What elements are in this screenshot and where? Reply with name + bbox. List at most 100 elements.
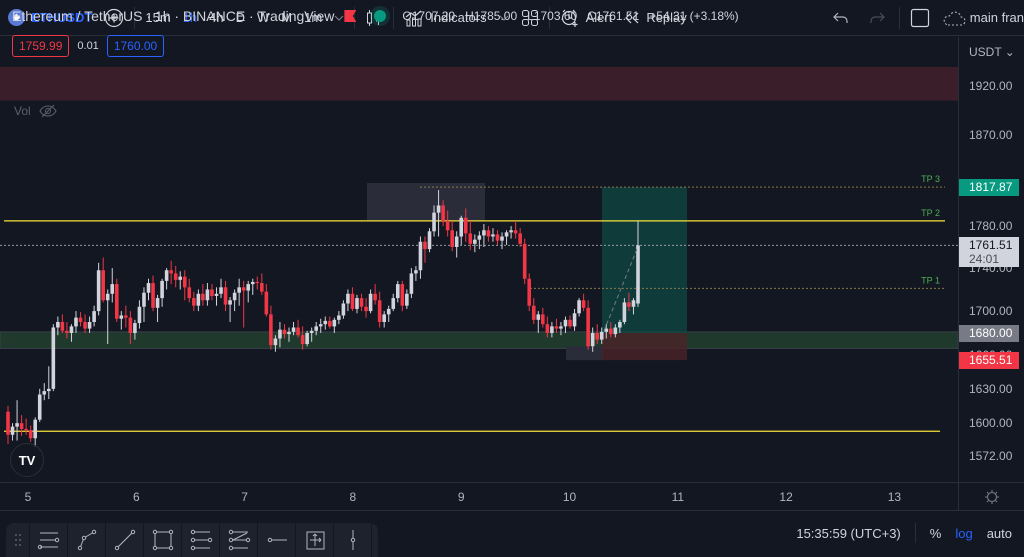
chart-settings-button[interactable] xyxy=(958,483,1024,511)
undo-button[interactable] xyxy=(823,0,859,36)
legend-low: L1703.60 xyxy=(527,9,578,23)
legend-open: O1707.20 xyxy=(402,9,456,23)
redo-button[interactable] xyxy=(859,0,895,36)
entry-price-label: 1680.00 xyxy=(959,324,1019,342)
candle-body xyxy=(241,287,246,291)
candle-body xyxy=(427,231,432,250)
bottom-bar: 15:35:59 (UTC+3) % log auto xyxy=(0,510,1024,557)
candle-body xyxy=(110,284,115,294)
candle-body xyxy=(92,311,96,323)
price-tick: 1630.00 xyxy=(969,381,1013,396)
time-tick: 10 xyxy=(562,490,577,504)
candle-body xyxy=(237,287,241,293)
flag-icon[interactable] xyxy=(344,10,357,22)
candle-body xyxy=(83,322,87,329)
candle-body xyxy=(332,319,337,327)
time-tick: 7 xyxy=(241,490,248,504)
candle-body xyxy=(214,293,219,296)
candle-body xyxy=(586,307,590,347)
candle-body xyxy=(273,338,278,346)
candle-body xyxy=(282,329,287,335)
candle-body xyxy=(42,391,47,395)
candle-body xyxy=(51,327,56,389)
candle-body xyxy=(178,276,183,280)
status-bar: 15:35:59 (UTC+3) % log auto xyxy=(796,523,1012,543)
buy-button[interactable]: 1760.00 xyxy=(106,35,165,57)
candle-body xyxy=(504,232,509,237)
horizontal-ray-icon xyxy=(267,537,287,543)
candle-body xyxy=(577,300,581,314)
layout-name-button[interactable]: main fran xyxy=(936,0,1024,36)
candle-body xyxy=(210,289,214,296)
bar-countdown: 24:01 xyxy=(969,252,1000,267)
candle-body xyxy=(581,300,586,308)
candle-body xyxy=(323,320,328,325)
candle-body xyxy=(445,220,450,231)
candle-body xyxy=(205,289,210,301)
curve-icon xyxy=(77,529,96,551)
fib-retracement-icon xyxy=(190,529,212,551)
eye-hidden-icon[interactable] xyxy=(39,104,57,118)
price-chart[interactable]: TP 3 TP 2 TP 1 xyxy=(0,37,958,482)
currency-selector[interactable]: USDT ⌄ xyxy=(969,45,1015,59)
highlight-box xyxy=(367,182,485,221)
candle-body xyxy=(568,319,572,327)
candle-body xyxy=(255,281,260,284)
gear-icon xyxy=(984,490,999,504)
position-profit-area xyxy=(602,187,687,333)
candle-body xyxy=(436,205,441,213)
candle-body xyxy=(350,293,355,309)
price-axis[interactable]: USDT ⌄ 1920.00 1870.00 1780.00 1740.00 1700.… xyxy=(958,37,1024,482)
candle-body xyxy=(463,217,468,234)
divider xyxy=(898,6,900,29)
legend-change: +54.31 (+3.18%) xyxy=(649,9,739,23)
candle-body xyxy=(87,322,92,329)
tradingview-logo[interactable]: TV xyxy=(10,443,44,477)
candle-body xyxy=(631,300,636,307)
candle-body xyxy=(382,314,386,323)
candle-body xyxy=(613,327,618,335)
candle-body xyxy=(627,302,631,307)
auto-scale-toggle[interactable]: auto xyxy=(987,526,1012,541)
candle-body xyxy=(24,428,28,431)
time-tick: 6 xyxy=(132,490,140,504)
time-tick: 9 xyxy=(457,490,465,504)
fullscreen-button[interactable] xyxy=(904,0,936,36)
resistance-zone xyxy=(0,66,958,101)
candle-body xyxy=(219,287,223,294)
candle-body xyxy=(196,293,201,306)
candle-body xyxy=(119,315,124,319)
clock-label[interactable]: 15:35:59 (UTC+3) xyxy=(796,526,900,541)
candle-body xyxy=(618,322,622,328)
candle-body xyxy=(264,291,269,315)
time-tick: 8 xyxy=(349,490,357,504)
cloud-icon xyxy=(943,11,966,26)
candle-body xyxy=(164,270,169,281)
candle-body xyxy=(482,230,486,236)
legend-high: H1785.00 xyxy=(465,9,518,23)
square-icon xyxy=(910,8,929,27)
redo-icon xyxy=(870,12,885,23)
candle-body xyxy=(69,326,74,333)
candle-body xyxy=(572,313,577,327)
percent-scale-toggle[interactable]: % xyxy=(930,526,942,541)
candle-body xyxy=(346,293,350,304)
stop-price-label: 1655.51 xyxy=(959,352,1019,370)
candle-body xyxy=(405,293,409,306)
candle-body xyxy=(337,315,341,320)
time-axis[interactable]: 5 6 7 8 9 10 11 12 13 xyxy=(0,482,1024,511)
trend-line-icon xyxy=(114,529,135,551)
candle-body xyxy=(550,326,554,333)
candle-body xyxy=(454,236,459,247)
candle-body xyxy=(250,281,255,285)
sell-button[interactable]: 1759.99 xyxy=(12,35,70,57)
price-tick: 1700.00 xyxy=(969,304,1013,319)
time-tick: 5 xyxy=(24,490,32,504)
log-scale-toggle[interactable]: log xyxy=(955,526,972,541)
position-stop-area xyxy=(602,332,687,361)
candle-body xyxy=(65,330,69,333)
candle-body xyxy=(309,330,314,333)
candle-body xyxy=(536,314,541,320)
measure-icon xyxy=(306,531,324,550)
candle-body xyxy=(56,322,60,328)
